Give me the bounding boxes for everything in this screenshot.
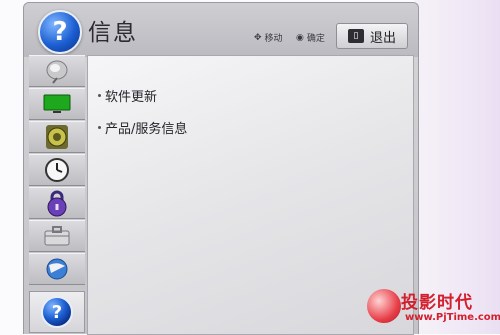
watermark-url: www.PjTime.com <box>405 312 500 323</box>
sidebar-item-picture[interactable] <box>29 88 85 120</box>
sidebar-item-support[interactable]: ? <box>29 291 85 333</box>
svg-text:?: ? <box>52 302 62 323</box>
exit-key-icon: ▯ <box>347 29 364 43</box>
ok-dot-icon: ◉ <box>296 32 304 43</box>
category-sidebar: ? <box>29 55 85 333</box>
sidebar-item-time[interactable] <box>29 154 85 186</box>
watermark-brand: 投影时代 <box>401 293 473 313</box>
question-icon: ? <box>41 296 73 328</box>
ok-hint-label: 确定 <box>306 34 325 44</box>
bullet-icon <box>98 126 101 129</box>
sidebar-item-lock[interactable] <box>29 187 85 219</box>
tv-screen-icon <box>43 94 71 113</box>
ok-hint: ◉ 确定 <box>296 31 325 45</box>
sidebar-item-sound[interactable] <box>29 121 85 153</box>
question-icon: ? <box>38 10 82 54</box>
toolbox-icon <box>44 226 70 246</box>
pjtime-watermark: 投影时代 www.PjTime.com <box>365 286 500 334</box>
exit-button-label: 退出 <box>369 30 396 46</box>
menu-item-product-info[interactable]: 产品/服务信息 <box>98 118 187 137</box>
bullet-icon <box>98 94 101 97</box>
sidebar-item-option[interactable] <box>29 220 85 252</box>
sidebar-item-network[interactable] <box>29 253 85 285</box>
move-hint-label: 移动 <box>264 34 283 44</box>
background-edge <box>414 0 500 334</box>
watermark-logo-icon <box>367 289 401 323</box>
move-hint: ✥ 移动 <box>254 31 283 45</box>
exit-button[interactable]: ▯ 退出 <box>336 23 408 49</box>
lock-icon <box>47 190 67 217</box>
menu-item-label: 产品/服务信息 <box>105 122 188 137</box>
sidebar-item-channel[interactable] <box>29 55 85 87</box>
menu-header: ? 信息 ✥ 移动 ◉ 确定 ▯ 退出 <box>24 3 418 57</box>
move-arrows-icon: ✥ <box>254 32 262 43</box>
menu-item-label: 软件更新 <box>105 90 158 105</box>
globe-icon <box>46 258 68 280</box>
speaker-icon <box>46 125 68 149</box>
page-title: 信息 <box>88 20 138 46</box>
menu-item-software-update[interactable]: 软件更新 <box>98 86 157 105</box>
clock-icon <box>45 158 69 182</box>
satellite-dish-icon <box>46 60 68 84</box>
info-menu-panel: ? 信息 ✥ 移动 ◉ 确定 ▯ 退出 ? 软件更新 产品/服务信息 <box>23 2 419 335</box>
